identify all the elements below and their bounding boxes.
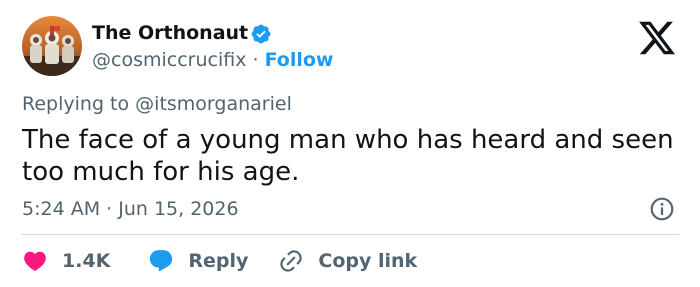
reply-context: Replying to @itsmorganariel	[22, 91, 292, 117]
like-button[interactable]: 1.4K	[22, 248, 110, 274]
like-count: 1.4K	[62, 250, 111, 272]
verified-badge-icon	[251, 24, 271, 44]
speech-bubble-icon	[148, 248, 174, 274]
tweet-card: The Orthonaut @cosmiccrucifix · Follow R…	[0, 0, 700, 287]
tweet-timestamp[interactable]: 5:24 AM · Jun 15, 2026	[22, 196, 239, 222]
reply-button[interactable]: Reply	[148, 248, 248, 274]
action-bar: 1.4K Reply Copy link	[22, 246, 417, 276]
follow-button[interactable]: Follow	[265, 49, 334, 71]
heart-icon	[22, 248, 48, 274]
author-handle[interactable]: @cosmiccrucifix	[92, 49, 246, 71]
author-display-name[interactable]: The Orthonaut	[92, 20, 248, 46]
copy-link-button[interactable]: Copy link	[278, 248, 417, 274]
x-logo-icon[interactable]	[636, 18, 678, 58]
avatar[interactable]	[22, 16, 82, 76]
astronaut-avatar-icon	[22, 16, 82, 76]
divider	[22, 234, 679, 235]
author-handle-row: @cosmiccrucifix · Follow	[92, 47, 334, 73]
reply-label: Reply	[188, 250, 249, 272]
copy-link-label: Copy link	[318, 250, 418, 272]
tweet-text: The face of a young man who has heard an…	[22, 125, 674, 187]
info-icon[interactable]	[649, 196, 675, 222]
reply-context-prefix: Replying to	[22, 93, 130, 115]
reply-mention-link[interactable]: @itsmorganariel	[135, 93, 292, 115]
link-icon	[278, 248, 304, 274]
handle-separator: ·	[252, 49, 259, 71]
